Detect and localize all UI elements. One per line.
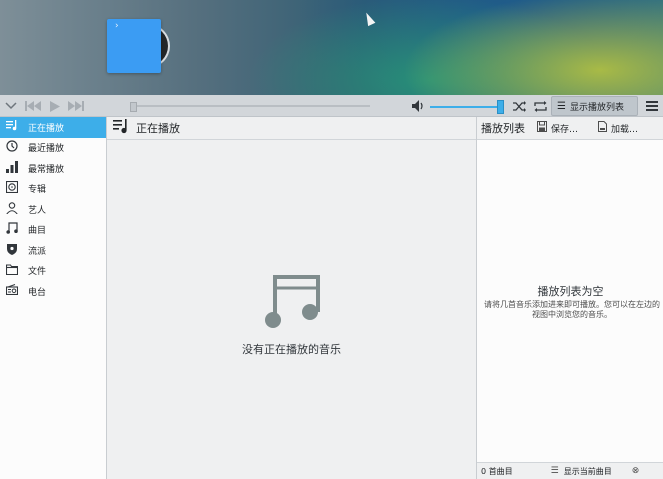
load-playlist-label: 加载… [611, 124, 639, 135]
save-playlist-label: 保存… [551, 124, 579, 135]
album-icon [5, 181, 19, 196]
hamburger-menu-button[interactable] [642, 95, 662, 117]
play-icon[interactable] [48, 95, 62, 117]
music-note-icon [264, 272, 322, 330]
save-playlist-button[interactable]: 保存… [537, 121, 578, 135]
seek-slider-handle[interactable] [130, 102, 137, 112]
bar-chart-icon [5, 160, 19, 176]
previous-track-icon[interactable] [24, 95, 42, 117]
now-playing-title: 正在播放 [136, 122, 180, 135]
collapse-chevron-icon[interactable] [3, 95, 19, 117]
music-note-icon [5, 222, 19, 237]
now-playing-icon [113, 118, 129, 138]
sidebar: 正在播放 最近播放 最常播放 专辑 艺人 曲目 流派 文件 电台 [0, 117, 107, 479]
now-playing-header: 正在播放 [107, 117, 476, 140]
playlist-header: 播放列表 保存… 加载… [477, 117, 663, 140]
show-current-track-label: 显示当前曲目 [563, 466, 612, 476]
now-playing-panel: 正在播放 没有正在播放的音乐 [107, 117, 476, 479]
sidebar-item-label: 最常播放 [28, 164, 65, 175]
track-count: 0 首曲目 [481, 466, 513, 476]
now-playing-icon [5, 120, 19, 134]
list-icon: ☰ [550, 466, 559, 476]
playlist-title: 播放列表 [481, 122, 525, 135]
genre-icon [5, 243, 19, 258]
sidebar-item-radio[interactable]: 电台 [0, 281, 106, 302]
radio-icon [5, 284, 19, 298]
sidebar-item-albums[interactable]: 专辑 [0, 179, 106, 200]
folder-icon [5, 264, 19, 278]
playlist-icon: ☰ [557, 100, 566, 112]
playlist-panel: 播放列表 保存… 加载… 播放列表为空 请将几首音乐添加进来即可播放。您可以在左… [476, 117, 663, 479]
sidebar-item-label: 电台 [28, 287, 47, 298]
playlist-empty-description: 请将几首音乐添加进来即可播放。您可以在左边的视图中浏览您的音乐。 [484, 300, 660, 319]
volume-slider[interactable] [430, 100, 504, 114]
next-track-icon[interactable] [67, 95, 85, 117]
sidebar-item-files[interactable]: 文件 [0, 261, 106, 282]
shuffle-icon[interactable] [511, 95, 527, 117]
load-playlist-button[interactable]: 加载… [598, 121, 638, 135]
sidebar-item-label: 流派 [28, 246, 47, 257]
sidebar-item-label: 曲目 [28, 226, 47, 237]
save-icon [537, 121, 547, 135]
mouse-cursor-icon [362, 10, 376, 27]
show-playlist-label: 显示播放列表 [569, 102, 624, 113]
document-icon [598, 121, 608, 135]
empty-now-playing-text: 没有正在播放的音乐 [242, 343, 341, 356]
playlist-footer: 0 首曲目 ☰ 显示当前曲目 ⊗ [477, 462, 663, 479]
sidebar-item-label: 艺人 [28, 205, 47, 216]
clock-icon [5, 140, 19, 155]
clear-playlist-icon[interactable]: ⊗ [632, 466, 640, 476]
playlist-empty-title: 播放列表为空 [537, 285, 604, 298]
sidebar-item-label: 文件 [28, 267, 47, 278]
album-header-background: › [0, 0, 663, 95]
volume-slider-handle[interactable] [497, 100, 504, 114]
sidebar-item-tracks[interactable]: 曲目 [0, 220, 106, 241]
person-icon [5, 201, 19, 217]
show-playlist-button[interactable]: ☰ 显示播放列表 [551, 96, 638, 116]
sidebar-item-now-playing[interactable]: 正在播放 [0, 117, 106, 138]
volume-icon[interactable] [410, 95, 426, 117]
seek-slider[interactable] [130, 102, 370, 112]
player-toolbar: ☰ 显示播放列表 [0, 95, 663, 117]
sidebar-item-label: 最近播放 [28, 144, 65, 155]
sidebar-item-genres[interactable]: 流派 [0, 240, 106, 261]
sidebar-item-label: 正在播放 [28, 123, 65, 134]
sidebar-item-recently-played[interactable]: 最近播放 [0, 138, 106, 159]
sidebar-item-artists[interactable]: 艺人 [0, 199, 106, 220]
show-current-track-button[interactable]: ☰ 显示当前曲目 [551, 466, 612, 477]
album-cover-image: › [107, 19, 161, 73]
sidebar-item-label: 专辑 [28, 185, 47, 196]
repeat-icon[interactable] [532, 95, 548, 117]
sidebar-item-frequently-played[interactable]: 最常播放 [0, 158, 106, 179]
